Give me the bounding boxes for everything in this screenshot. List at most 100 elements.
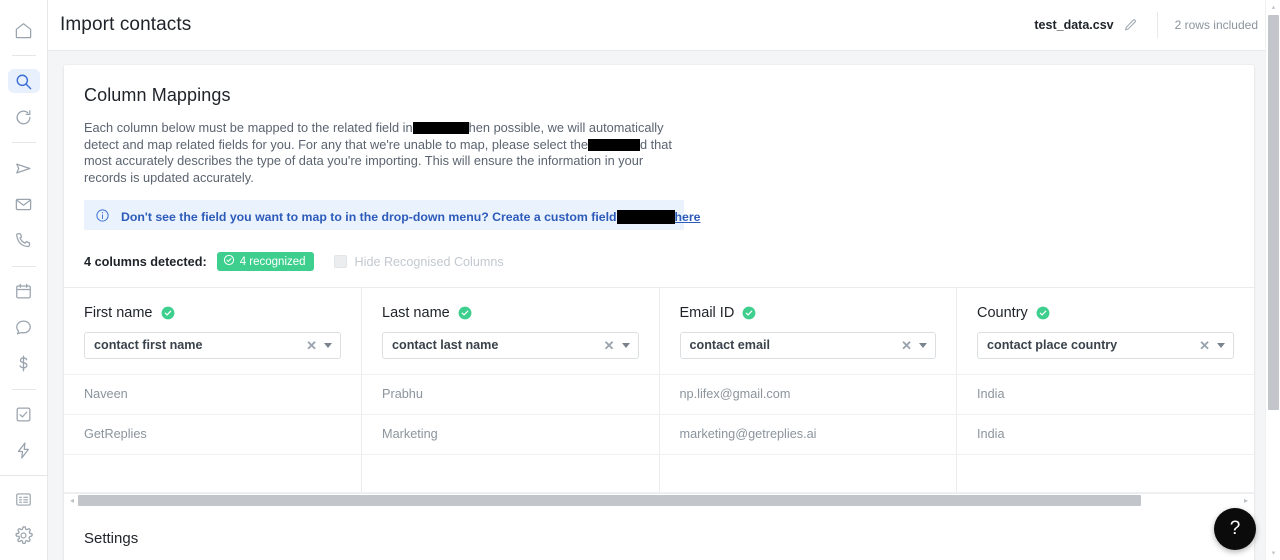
table-body: Naveen Prabhu np.lifex@gmail.com India G…: [64, 374, 1254, 493]
banner-text: Don't see the field you want to map to i…: [121, 207, 701, 224]
sidebar-item-automation[interactable]: [8, 439, 40, 463]
rail-divider-4: [11, 388, 36, 390]
mapping-select-value: contact place country: [987, 338, 1118, 353]
column-header-label: Email ID: [679, 304, 735, 321]
check-circle-icon: [161, 306, 175, 320]
check-circle-icon: [742, 306, 756, 320]
mapping-select-last-name[interactable]: contact last name ✕: [382, 331, 639, 359]
table-header: First name contact first name ✕ Last nam…: [64, 288, 1254, 375]
redacted-text-1: [412, 122, 469, 134]
table-horizontal-scrollbar[interactable]: ◂ ▸: [64, 492, 1254, 508]
settings-section-title: Settings: [84, 529, 139, 547]
description-part-1: Each column below must be mapped to the …: [84, 120, 413, 135]
chat-icon: [14, 318, 33, 337]
sidebar-item-reports[interactable]: [8, 488, 40, 512]
column-title: Last name: [382, 305, 639, 321]
close-icon[interactable]: ✕: [600, 339, 622, 352]
table-cell: Naveen: [64, 374, 362, 415]
columns-detected-label: 4 columns detected:: [84, 254, 207, 269]
table-row: GetReplies Marketing marketing@getreplie…: [64, 414, 1254, 455]
header-right-group: test_data.csv 2 rows included: [1034, 0, 1280, 50]
help-button[interactable]: ?: [1214, 508, 1256, 550]
sidebar-item-send[interactable]: [8, 156, 40, 180]
close-icon[interactable]: ✕: [1195, 339, 1217, 352]
table-cell: India: [956, 414, 1254, 455]
sidebar-item-deals[interactable]: [8, 352, 40, 376]
table-cell: [956, 454, 1254, 493]
sidebar-item-chat[interactable]: [8, 315, 40, 339]
sidebar-item-tasks[interactable]: [8, 403, 40, 427]
send-icon: [14, 159, 33, 178]
sidebar-item-sync[interactable]: [8, 105, 40, 129]
page-title: Import contacts: [60, 14, 192, 35]
table-cell: GetReplies: [64, 414, 362, 455]
column-header-cell: Country contact place country ✕: [956, 288, 1254, 375]
pencil-icon[interactable]: [1122, 16, 1140, 34]
chevron-down-icon: [621, 342, 630, 348]
chevron-down-icon: [1217, 342, 1225, 348]
header-divider: [1156, 12, 1158, 38]
hscroll-track[interactable]: [78, 494, 1240, 507]
table-row: Naveen Prabhu np.lifex@gmail.com India: [64, 374, 1254, 415]
column-header-cell: Email ID contact email ✕: [659, 288, 957, 375]
phone-icon: [14, 231, 33, 250]
mapping-select-value: contact first name: [94, 338, 203, 353]
table-row: [64, 454, 1254, 493]
table-cell: India: [956, 374, 1254, 415]
create-custom-field-link[interactable]: here: [675, 210, 701, 224]
column-header-label: Last name: [382, 304, 450, 321]
table-cell: marketing@getreplies.ai: [659, 414, 957, 455]
gear-icon: [14, 526, 33, 545]
table-cell: Prabhu: [361, 374, 660, 415]
sidebar-item-search[interactable]: [7, 68, 40, 94]
close-icon[interactable]: ✕: [302, 339, 324, 352]
sidebar-item-mail[interactable]: [8, 192, 40, 216]
check-circle-icon: [458, 306, 472, 320]
search-icon: [14, 72, 33, 91]
close-icon[interactable]: ✕: [897, 339, 919, 352]
scroll-down-arrow-icon[interactable]: ▾: [1266, 546, 1280, 560]
sync-icon: [14, 108, 33, 127]
dollar-icon: [14, 354, 33, 373]
table-cell: Marketing: [361, 414, 660, 455]
sidebar-item-settings[interactable]: [8, 524, 40, 548]
custom-field-banner: Don't see the field you want to map to i…: [84, 200, 701, 230]
hide-recognised-columns-checkbox[interactable]: Hide Recognised Columns: [333, 255, 504, 269]
redacted-text-3: [616, 209, 675, 224]
table-header-row: First name contact first name ✕ Last nam…: [64, 288, 1254, 375]
table-cell: [361, 454, 660, 493]
scroll-left-arrow-icon[interactable]: ◂: [66, 493, 78, 508]
list-board-icon: [14, 490, 33, 509]
rail-divider-3: [11, 265, 36, 267]
top-header-bar: Import contacts test_data.csv 2 rows inc…: [48, 0, 1280, 51]
rail-divider-2: [11, 142, 36, 144]
card-inner: Column Mappings Each column below must b…: [64, 85, 1254, 271]
mapping-select-email-id[interactable]: contact email ✕: [679, 331, 936, 359]
column-title: Country: [977, 305, 1234, 321]
hscroll-thumb[interactable]: [78, 495, 1142, 506]
vscroll-thumb[interactable]: [1268, 15, 1279, 410]
column-mappings-card: Column Mappings Each column below must b…: [64, 65, 1254, 560]
mail-icon: [14, 195, 33, 214]
task-check-icon: [14, 405, 33, 424]
checkbox-box: [333, 255, 347, 268]
page-vertical-scrollbar[interactable]: ▴ ▾: [1265, 0, 1280, 560]
sidebar-item-calls[interactable]: [8, 228, 40, 252]
banner-text-leading: Don't see the field you want to map to i…: [121, 209, 617, 224]
mapping-select-first-name[interactable]: contact first name ✕: [84, 331, 341, 359]
table-cell: [659, 454, 957, 493]
mapping-select-value: contact email: [689, 338, 771, 353]
imported-file-name: test_data.csv: [1034, 18, 1114, 32]
sidebar-item-calendar[interactable]: [8, 279, 40, 303]
section-title: Column Mappings: [84, 85, 231, 105]
mapping-select-country[interactable]: contact place country ✕: [977, 331, 1234, 359]
left-nav-rail: [0, 0, 48, 560]
column-title: First name: [84, 305, 341, 321]
lightning-icon: [14, 441, 33, 460]
mapping-table-wrapper: First name contact first name ✕ Last nam…: [64, 287, 1254, 508]
sidebar-item-home[interactable]: [8, 18, 40, 42]
scroll-right-arrow-icon[interactable]: ▸: [1240, 493, 1252, 508]
scroll-up-arrow-icon[interactable]: ▴: [1266, 0, 1280, 14]
column-title: Email ID: [680, 305, 937, 321]
calendar-icon: [14, 282, 33, 301]
